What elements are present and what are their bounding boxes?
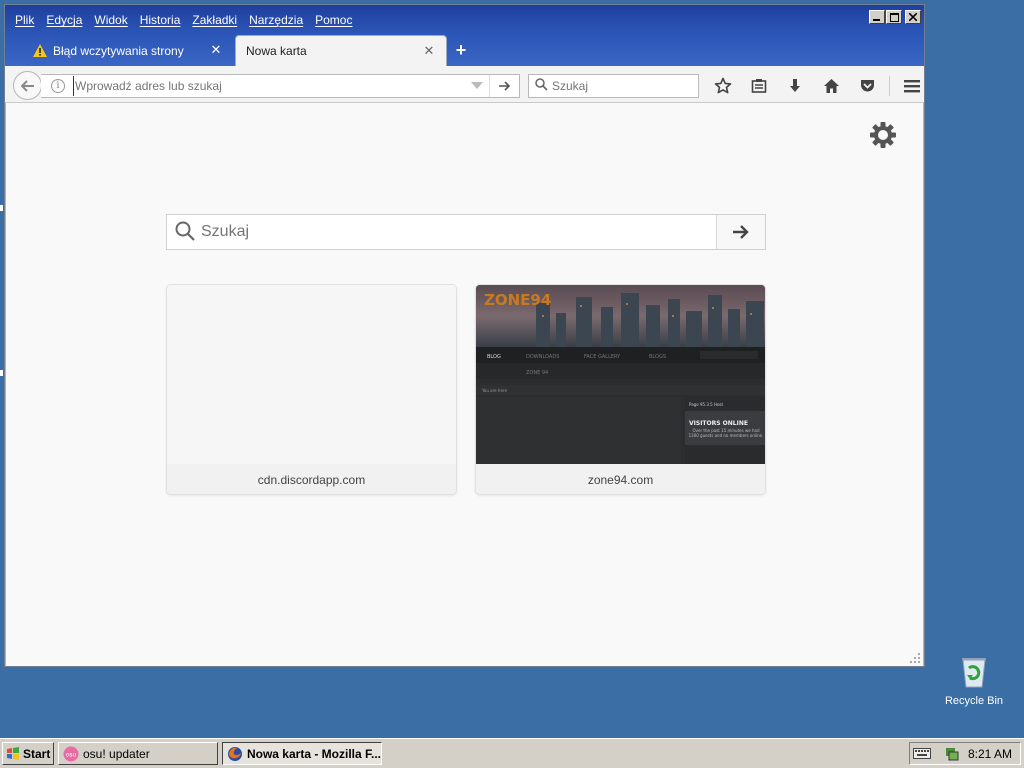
plus-icon: + [455, 40, 467, 60]
arrow-right-icon [733, 225, 749, 239]
recycle-bin-icon [962, 658, 986, 688]
site-info-icon[interactable]: i [51, 79, 65, 93]
start-label: Start [23, 746, 51, 761]
recycle-bin-shortcut[interactable]: Recycle Bin [938, 656, 1010, 707]
url-dropdown-icon[interactable] [471, 82, 483, 89]
resize-grip-icon[interactable] [910, 653, 920, 663]
menu-edycja[interactable]: Edycja [42, 12, 90, 30]
taskbar-button-osu-updater[interactable]: osu osu! updater [58, 742, 218, 765]
gear-icon [870, 122, 896, 148]
warning-icon [33, 44, 47, 60]
zone94-nav-gallery: FACE GALLERY [584, 354, 621, 360]
minimize-button[interactable] [869, 10, 885, 24]
arrow-right-icon [498, 81, 510, 91]
tab-error[interactable]: Błąd wczytywania strony ✕ [11, 35, 233, 66]
bookmark-button[interactable] [705, 73, 741, 99]
menu-plik[interactable]: Plik [11, 12, 42, 30]
menu-widok[interactable]: Widok [90, 12, 135, 30]
maximize-icon [889, 12, 899, 22]
taskbar: Start osu osu! updater Nowa karta - Mozi… [0, 738, 1024, 768]
menubar: Plik Edycja Widok Historia Zakładki Narz… [11, 12, 360, 30]
newtab-search-input[interactable] [201, 217, 701, 247]
windows-logo-icon [7, 747, 19, 760]
window-controls [869, 10, 921, 24]
taskbar-button-label: osu! updater [83, 746, 150, 761]
new-tab-button[interactable]: + [447, 35, 475, 66]
tile-title: cdn.discordapp.com [167, 464, 456, 494]
titlebar: Plik Edycja Widok Historia Zakładki Narz… [5, 5, 924, 66]
download-icon [790, 79, 800, 92]
zone94-widget-title: VISITORS ONLINE [689, 420, 748, 427]
zone94-subnav: ZONE 94 [526, 370, 548, 376]
customize-button[interactable] [869, 121, 897, 149]
toolbar-separator [889, 76, 890, 96]
go-button[interactable] [489, 75, 519, 97]
firefox-window: Plik Edycja Widok Historia Zakładki Narz… [4, 4, 925, 667]
reading-list-button[interactable] [741, 73, 777, 99]
close-window-button[interactable] [905, 10, 921, 24]
zone94-widget-head: Page 95.3.5 Host [689, 402, 723, 407]
desktop-edge-mark [0, 370, 3, 376]
zone94-breadcrumb: You are here [481, 388, 507, 393]
keyboard-icon[interactable] [913, 746, 931, 760]
zone94-nav-blogs: BLOGS [649, 354, 666, 360]
osu-icon: osu [63, 746, 79, 761]
back-arrow-icon [20, 79, 34, 92]
search-icon [175, 221, 195, 244]
tab-new-tab[interactable]: Nowa karta ✕ [235, 35, 447, 66]
reading-list-icon [751, 79, 767, 93]
newtab-search-go-button[interactable] [716, 215, 765, 249]
tile-thumbnail: ZONE94 BLOG DOWNLOADS FACE GALLERY BLOGS… [476, 285, 765, 464]
minimize-icon [873, 19, 880, 21]
maximize-button[interactable] [886, 10, 902, 24]
url-bar[interactable]: i [41, 74, 520, 98]
firefox-icon [228, 746, 242, 761]
taskbar-button-label: Nowa karta - Mozilla F... [246, 746, 381, 761]
search-input[interactable] [552, 79, 692, 93]
menu-button[interactable] [894, 73, 930, 99]
navigation-toolbar: i [5, 66, 924, 103]
start-button[interactable]: Start [2, 742, 54, 765]
tab-error-label: Błąd wczytywania strony [53, 43, 184, 58]
tab-new-tab-label: Nowa karta [246, 44, 307, 58]
downloads-button[interactable] [777, 73, 813, 99]
menu-historia[interactable]: Historia [136, 12, 189, 30]
home-icon [823, 79, 839, 93]
menu-pomoc[interactable]: Pomoc [311, 12, 360, 30]
top-site-tile[interactable]: cdn.discordapp.com [166, 284, 457, 495]
toolbar-icons [705, 73, 930, 99]
zone94-logo: ZONE94 [484, 291, 551, 309]
tab-strip: Błąd wczytywania strony ✕ Nowa karta ✕ + [11, 35, 475, 66]
clock[interactable]: 8:21 AM [968, 747, 1012, 761]
back-button[interactable] [13, 71, 42, 100]
url-input[interactable] [73, 76, 453, 96]
taskbar-button-firefox[interactable]: Nowa karta - Mozilla F... [222, 742, 382, 765]
close-icon [909, 13, 917, 21]
tile-title: zone94.com [476, 464, 765, 494]
menu-narzedzia[interactable]: Narzędzia [245, 12, 311, 30]
network-icon[interactable] [944, 746, 960, 762]
tile-thumbnail [167, 285, 456, 464]
search-icon [535, 78, 548, 94]
pocket-icon [860, 80, 874, 92]
svg-text:osu: osu [66, 751, 77, 758]
hamburger-menu-icon [904, 80, 920, 93]
zone94-nav-downloads: DOWNLOADS [526, 354, 559, 360]
close-tab-icon[interactable]: ✕ [209, 43, 223, 57]
zone94-nav-blog: BLOG [487, 354, 501, 360]
recycle-bin-label: Recycle Bin [944, 695, 1004, 707]
zone94-widget-text: Over the past 15 minutes we had 1300 gue… [688, 428, 764, 438]
home-button[interactable] [813, 73, 849, 99]
menu-zakladki[interactable]: Zakładki [188, 12, 245, 30]
search-bar[interactable] [528, 74, 699, 98]
top-site-tile[interactable]: ZONE94 BLOG DOWNLOADS FACE GALLERY BLOGS… [475, 284, 766, 495]
new-tab-page: cdn.discordapp.com [6, 104, 923, 666]
pocket-button[interactable] [849, 73, 885, 99]
desktop-edge-mark [0, 205, 3, 211]
bookmark-star-icon [714, 77, 732, 94]
newtab-search-box[interactable] [166, 214, 766, 250]
close-tab-icon[interactable]: ✕ [422, 44, 436, 58]
